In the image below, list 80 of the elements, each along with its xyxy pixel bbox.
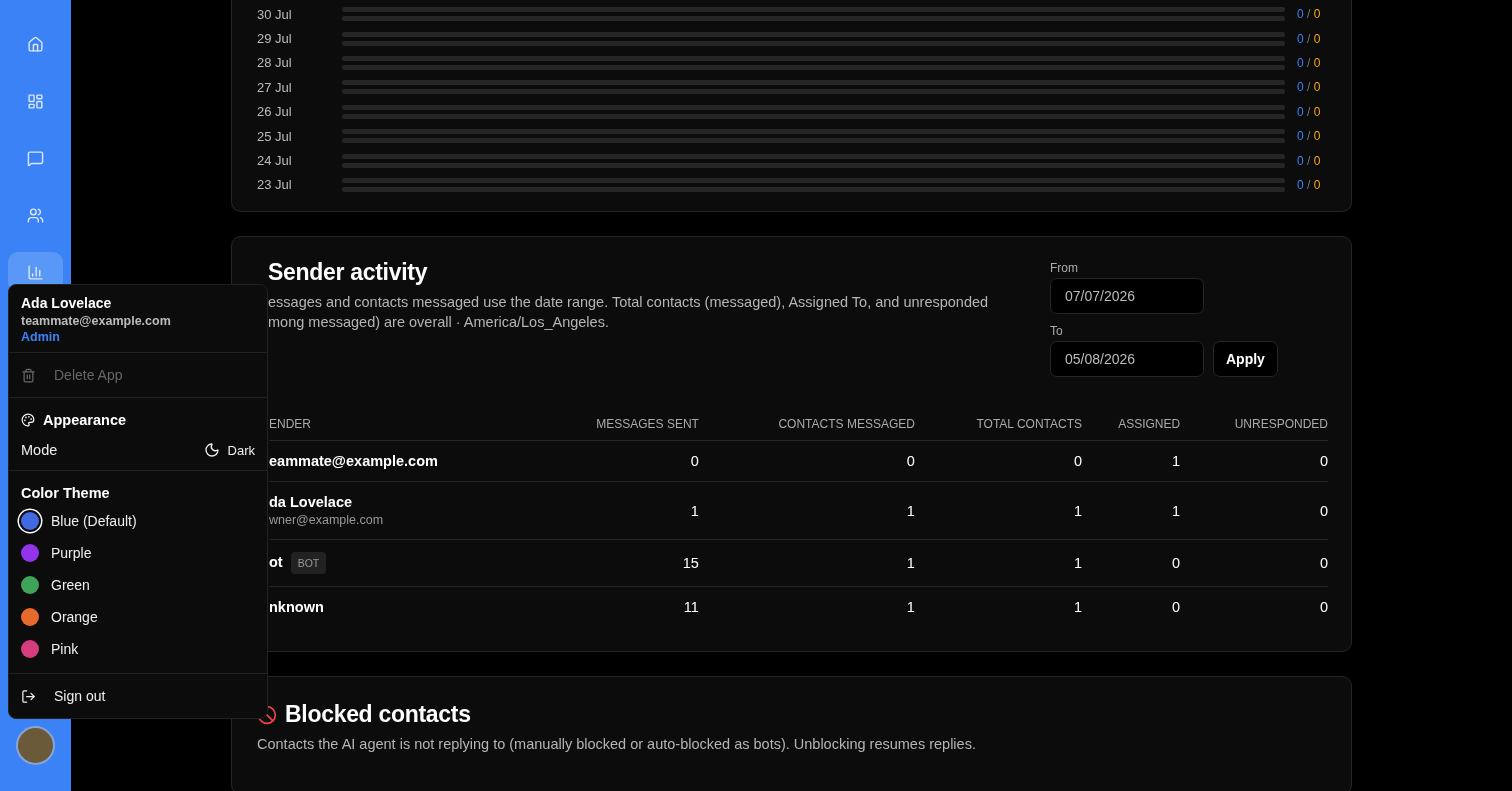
table-cell: 1 [914,539,1082,587]
user-name: Ada Lovelace [21,295,113,311]
table-cell: 0 [1180,539,1328,587]
date-label: 28 Jul [257,55,293,71]
date-label: 25 Jul [257,128,293,144]
table-cell: 0 [698,440,915,482]
table-cell: 0 [1180,481,1328,540]
theme-option[interactable]: Blue (Default) [21,505,255,537]
table-cell: 1 [1082,440,1181,482]
sign-out-item[interactable]: Sign out [21,682,255,710]
table-cell: 1 [914,481,1082,540]
description: Contacts the AI agent is not replying to (manually blocked or auto-blocked as bots). Unblocking resumes replies. [257,735,977,755]
home-icon [27,35,44,53]
table-cell: 15 [536,539,699,587]
table-cell: 0 [1180,440,1328,482]
theme-option[interactable]: Green [21,569,255,601]
trash-icon [21,367,36,383]
table-cell: 1 [698,481,915,540]
column-header: ENDER [269,409,537,441]
date-label: 23 Jul [257,177,293,193]
column-header: UNRESPONDED [1180,409,1328,441]
table-cell: 0 [1180,586,1328,628]
table-cell: 1 [536,481,699,540]
date-label: 29 Jul [257,31,293,47]
section-title: Blocked contacts [285,701,471,729]
table-cell: 1 [698,539,915,587]
description: mong messaged) are overall · America/Los_Angeles. [268,313,610,333]
column-header: ASSIGNED [1082,409,1181,441]
sign-out-icon [21,688,36,704]
field-label: To [1050,324,1064,339]
bar-chart-icon [27,263,44,281]
count-label: 0 / 0 [1297,55,1322,70]
theme-option[interactable]: Pink [21,633,255,665]
users-icon [27,206,44,224]
table-cell: 0 [914,440,1082,482]
palette-icon [21,413,35,427]
sender-name: eammate@example.com [269,453,438,470]
count-label: 0 / 0 [1297,31,1322,46]
mode-toggle[interactable]: Dark [203,442,255,458]
chat-icon [27,149,44,167]
bot-badge: BOT [290,552,327,575]
menu-heading: Color Theme [21,485,110,501]
moon-icon [203,442,220,458]
date-label: 24 Jul [257,153,293,169]
count-label: 0 / 0 [1297,104,1322,119]
column-header: MESSAGES SENT [536,409,699,441]
section-title: Sender activity [268,259,428,287]
menu-heading: Appearance [43,412,126,428]
count-label: 0 / 0 [1297,153,1322,168]
user-role: Admin [21,330,61,344]
table-cell: 1 [914,586,1082,628]
column-header: CONTACTS MESSAGED [698,409,915,441]
sender-name: nknown [269,599,324,616]
table-cell: 0 [1082,539,1181,587]
mode-label: Mode [21,442,58,458]
theme-option[interactable]: Purple [21,537,255,569]
column-header: TOTAL CONTACTS [914,409,1082,441]
sender-name: da Lovelace [269,494,352,511]
count-label: 0 / 0 [1297,7,1322,22]
apply-button[interactable]: Apply [1213,341,1278,378]
table-cell: 0 [536,440,699,482]
date-field[interactable]: 05/08/2026 [1050,341,1204,378]
theme-option[interactable]: Orange [21,601,255,633]
table-cell: 1 [1082,481,1181,540]
table-cell: 11 [536,586,699,628]
field-label: From [1050,261,1079,276]
count-label: 0 / 0 [1297,177,1322,192]
table-cell: 1 [698,586,915,628]
date-label: 26 Jul [257,104,293,120]
date-label: 27 Jul [257,79,293,95]
table-cell: 0 [1082,586,1181,628]
sender-email: wner@example.com [269,513,385,528]
dashboard-icon [27,92,44,110]
sender-name: ot [269,554,283,571]
date-label: 30 Jul [257,6,293,22]
date-field[interactable]: 07/07/2026 [1050,278,1204,315]
count-label: 0 / 0 [1297,80,1322,95]
description: essages and contacts messaged use the date range. Total contacts (messaged), Assigned To, and unresponded [268,293,989,313]
user-email: teammate@example.com [21,314,172,328]
count-label: 0 / 0 [1297,129,1322,144]
